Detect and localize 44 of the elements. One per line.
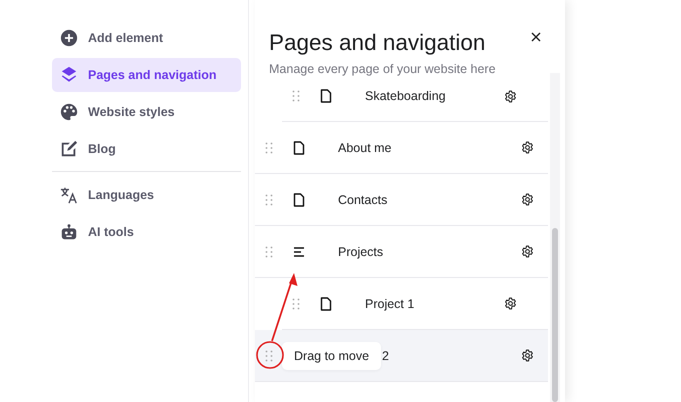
edit-icon [60, 140, 78, 158]
close-icon[interactable] [529, 30, 543, 44]
page-name: Projects [338, 244, 384, 258]
settings-icon[interactable] [521, 349, 534, 362]
settings-icon[interactable] [521, 245, 534, 258]
settings-icon[interactable] [504, 90, 517, 102]
drag-handle-icon[interactable] [292, 90, 300, 102]
robot-icon [60, 223, 78, 241]
page-name: About me [338, 140, 393, 154]
drag-handle-icon[interactable] [292, 298, 300, 310]
page-row[interactable]: About me [255, 122, 548, 174]
sidebar-item[interactable]: Pages and navigation [52, 58, 241, 92]
page-name: Project 1 [365, 296, 416, 310]
sidebar-item[interactable]: Add element [52, 21, 241, 55]
layers-icon [60, 66, 78, 84]
panel-title: Pages and navigation [269, 30, 486, 56]
settings-icon[interactable] [504, 297, 517, 310]
drag-handle-icon[interactable] [265, 350, 273, 362]
lines-icon [293, 244, 305, 258]
sidebar-item[interactable]: Blog [52, 132, 241, 166]
page-row[interactable]: Projects [255, 226, 548, 278]
highlight-circle [256, 341, 284, 369]
drag-handle-icon[interactable] [265, 246, 273, 258]
page-name: 2 [382, 348, 390, 362]
tooltip: Drag to move [282, 342, 382, 370]
document-icon [293, 192, 305, 206]
annotation-arrow [271, 273, 298, 342]
settings-icon[interactable] [521, 193, 534, 206]
page-row[interactable]: Drag to move 2 [255, 330, 548, 382]
page-name: Contacts [338, 192, 388, 206]
drag-handle-icon[interactable] [265, 142, 273, 154]
palette-icon [60, 103, 78, 121]
drag-handle-icon[interactable] [265, 194, 273, 206]
page-name: Skateboarding [365, 89, 447, 103]
page-row[interactable]: Contacts [255, 174, 548, 226]
sidebar-item[interactable]: Languages [52, 178, 241, 212]
sidebar-item[interactable]: AI tools [52, 215, 241, 249]
translate-icon [60, 186, 78, 204]
document-icon [320, 296, 332, 310]
plus-icon [60, 29, 78, 47]
document-icon [293, 140, 305, 154]
sidebar-item[interactable]: Website styles [52, 95, 241, 129]
settings-icon[interactable] [521, 141, 534, 154]
document-icon [320, 89, 332, 103]
